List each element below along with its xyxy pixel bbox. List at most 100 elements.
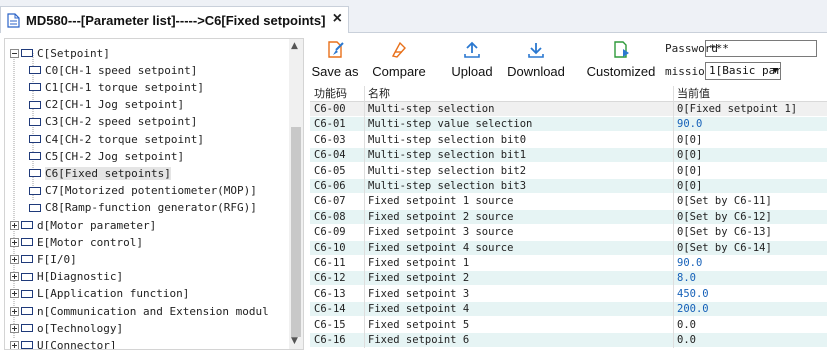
column-divider: [673, 86, 674, 348]
table-row[interactable]: C6-08 Fixed setpoint 2 source 0[Set by C6-…: [310, 209, 827, 224]
tree-item[interactable]: C[Setpoint]: [10, 44, 110, 62]
cell-value[interactable]: 0[Set by C6-13]: [677, 225, 772, 239]
tree-item[interactable]: n[Communication and Extension modul: [10, 302, 269, 320]
cell-value[interactable]: 0[Set by C6-14]: [677, 241, 772, 255]
download-button[interactable]: Download: [504, 38, 568, 84]
document-icon: [7, 12, 20, 28]
cell-value[interactable]: 0[0]: [677, 164, 702, 178]
tree-item-label: d[Motor parameter]: [37, 218, 157, 232]
chevron-down-icon[interactable]: ▼: [773, 63, 778, 79]
cell-value[interactable]: 0[Set by C6-12]: [677, 210, 772, 224]
table-row[interactable]: C6-00 Multi-step selection 0[Fixed setpoin…: [310, 102, 827, 116]
compare-button[interactable]: Compare: [368, 38, 430, 84]
table-row[interactable]: C6-07 Fixed setpoint 1 source 0[Set by C6-…: [310, 194, 827, 208]
table-row[interactable]: C6-09 Fixed setpoint 3 source 0[Set by C6-…: [310, 225, 827, 239]
cell-code: C6-07: [314, 195, 346, 208]
tree-item-label: H[Diagnostic]: [37, 270, 124, 284]
tree-scrollbar[interactable]: ▲ ▼: [289, 39, 303, 349]
tree-item[interactable]: L[Application function]: [10, 285, 189, 303]
cell-value[interactable]: 450.0: [677, 287, 709, 301]
cell-value[interactable]: 90.0: [677, 256, 702, 270]
tree-item-label: C1[CH-1 torque setpoint]: [45, 80, 204, 94]
permissions-select[interactable]: 1[Basic par ▼: [705, 62, 781, 80]
folder-icon: [29, 152, 41, 161]
tree-item[interactable]: C8[Ramp-function generator(RFG)]: [29, 199, 257, 217]
folder-icon: [29, 83, 41, 92]
tree-item[interactable]: d[Motor parameter]: [10, 216, 156, 234]
table-row[interactable]: C6-05 Multi-step selection bit2 0[0]: [310, 164, 827, 178]
scroll-down-icon[interactable]: ▼: [291, 336, 298, 346]
expand-icon[interactable]: [10, 306, 19, 316]
cell-value[interactable]: 0[0]: [677, 133, 702, 147]
tree-item-label: C6[Fixed setpoints]: [45, 166, 171, 180]
cell-value[interactable]: 0.0: [677, 333, 696, 347]
tree-item[interactable]: C5[CH-2 Jog setpoint]: [29, 147, 184, 165]
tree-item[interactable]: C2[CH-1 Jog setpoint]: [29, 96, 184, 114]
tree-item[interactable]: o[Technology]: [10, 319, 123, 337]
tree-item[interactable]: E[Motor control]: [10, 233, 143, 251]
table-row[interactable]: C6-13 Fixed setpoint 3 450.0: [310, 287, 827, 301]
save-as-icon: [328, 41, 344, 58]
tree-item[interactable]: F[I/0]: [10, 250, 77, 268]
expand-icon[interactable]: [10, 323, 19, 333]
cell-code: C6-08: [314, 210, 346, 223]
header-value[interactable]: 当前值: [677, 86, 710, 101]
scrollbar-thumb[interactable]: [291, 127, 301, 337]
customized-label: Customized: [586, 64, 656, 79]
header-code[interactable]: 功能码: [314, 86, 347, 101]
expand-icon[interactable]: [10, 340, 19, 349]
cell-value[interactable]: 0[0]: [677, 179, 702, 193]
expand-icon[interactable]: [10, 254, 19, 264]
expand-icon[interactable]: [10, 272, 19, 282]
tree-item[interactable]: H[Diagnostic]: [10, 268, 123, 286]
collapse-icon[interactable]: [10, 48, 19, 58]
table-row[interactable]: C6-10 Fixed setpoint 4 source 0[Set by C6-…: [310, 240, 827, 255]
tree-item-label: n[Communication and Extension modul: [37, 304, 269, 318]
cell-value[interactable]: 0.0: [677, 318, 696, 332]
tree-item[interactable]: C0[CH-1 speed setpoint]: [29, 61, 197, 79]
expand-icon[interactable]: [10, 220, 19, 230]
cell-value[interactable]: 0[Fixed setpoint 1]: [677, 102, 797, 116]
tree-item[interactable]: C6[Fixed setpoints]: [29, 164, 171, 182]
cell-name: Fixed setpoint 1 source: [368, 195, 514, 208]
folder-icon: [21, 272, 33, 281]
tab-parameter-list[interactable]: MD580---[Parameter list]----->C6[Fixed s…: [0, 6, 349, 33]
tree-item[interactable]: C3[CH-2 speed setpoint]: [29, 113, 197, 131]
cell-code: C6-13: [314, 287, 346, 300]
table-row[interactable]: C6-04 Multi-step selection bit1 0[0]: [310, 148, 827, 163]
header-name[interactable]: 名称: [368, 86, 390, 101]
tab-bar: MD580---[Parameter list]----->C6[Fixed s…: [0, 0, 827, 33]
tree-item[interactable]: C4[CH-2 torque setpoint]: [29, 130, 204, 148]
parameter-table: 功能码 名称 当前值 C6-00 Multi-step selection 0[Fi…: [310, 86, 827, 348]
cell-value[interactable]: 0[Set by C6-11]: [677, 194, 772, 208]
cell-name: Multi-step selection: [368, 103, 495, 115]
close-icon[interactable]: ×: [333, 10, 342, 28]
table-row[interactable]: C6-12 Fixed setpoint 2 8.0: [310, 271, 827, 286]
cell-code: C6-10: [314, 241, 346, 254]
cell-name: Fixed setpoint 5: [368, 318, 470, 331]
tree-item[interactable]: C7[Motorized potentiometer(MOP)]: [29, 182, 257, 200]
cell-value[interactable]: 200.0: [677, 302, 709, 316]
folder-icon: [21, 341, 33, 349]
table-row[interactable]: C6-14 Fixed setpoint 4 200.0: [310, 302, 827, 317]
cell-value[interactable]: 90.0: [677, 117, 702, 131]
table-row[interactable]: C6-03 Multi-step selection bit0 0[0]: [310, 133, 827, 147]
parameter-tree[interactable]: C[Setpoint] C0[CH-1 speed setpoint] C1[CH-…: [4, 38, 304, 350]
expand-icon[interactable]: [10, 289, 19, 299]
customized-button[interactable]: Customized: [584, 38, 658, 84]
table-row[interactable]: C6-06 Multi-step selection bit3 0[0]: [310, 179, 827, 193]
tree-item[interactable]: C1[CH-1 torque setpoint]: [29, 78, 204, 96]
cell-value[interactable]: 0[0]: [677, 148, 702, 162]
table-row[interactable]: C6-01 Multi-step value selection 90.0: [310, 117, 827, 132]
scroll-up-icon[interactable]: ▲: [291, 41, 298, 51]
save-as-button[interactable]: Save as: [310, 38, 360, 84]
toolbar: Save as Compare Upload Download Customiz…: [306, 38, 827, 84]
table-row[interactable]: C6-16 Fixed setpoint 6 0.0: [310, 333, 827, 347]
table-row[interactable]: C6-11 Fixed setpoint 1 90.0: [310, 256, 827, 270]
folder-icon: [29, 66, 41, 75]
password-input[interactable]: ***: [705, 40, 817, 57]
cell-value[interactable]: 8.0: [677, 271, 696, 285]
upload-button[interactable]: Upload: [446, 38, 498, 84]
expand-icon[interactable]: [10, 237, 19, 247]
table-row[interactable]: C6-15 Fixed setpoint 5 0.0: [310, 318, 827, 332]
